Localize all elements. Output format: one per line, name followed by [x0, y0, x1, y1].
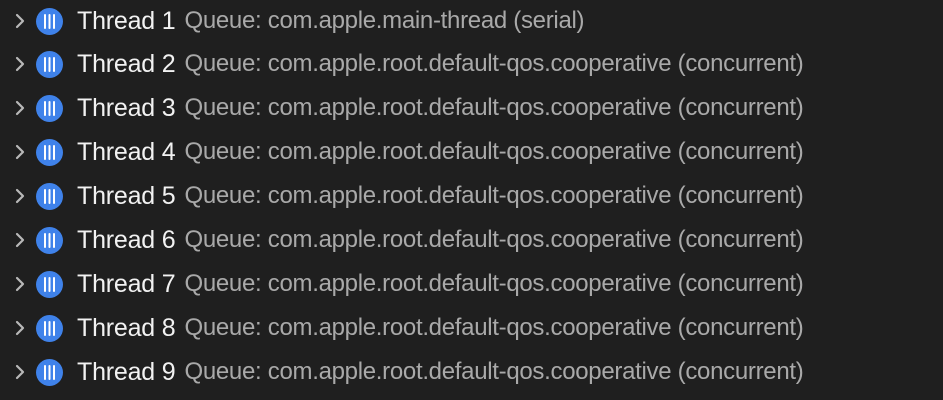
queue-label: Queue: com.apple.root.default-qos.cooper… — [184, 182, 804, 209]
thread-icon — [36, 226, 63, 254]
queue-label: Queue: com.apple.main-thread (serial) — [184, 7, 585, 34]
thread-icon — [36, 7, 63, 35]
thread-name: Thread 6 — [77, 225, 176, 254]
thread-row[interactable]: Thread 4 Queue: com.apple.root.default-q… — [0, 130, 943, 174]
thread-row[interactable]: Thread 2 Queue: com.apple.root.default-q… — [0, 42, 943, 86]
thread-icon — [36, 358, 63, 386]
queue-label: Queue: com.apple.root.default-qos.cooper… — [184, 270, 804, 297]
thread-row[interactable]: Thread 7 Queue: com.apple.root.default-q… — [0, 262, 943, 306]
thread-row[interactable]: Thread 8 Queue: com.apple.root.default-q… — [0, 306, 943, 350]
thread-name: Thread 8 — [77, 313, 176, 342]
thread-icon — [36, 50, 63, 78]
chevron-right-icon[interactable] — [13, 54, 27, 74]
thread-name: Thread 9 — [77, 357, 176, 386]
thread-name: Thread 7 — [77, 269, 176, 298]
thread-row[interactable]: Thread 5 Queue: com.apple.root.default-q… — [0, 174, 943, 218]
queue-label: Queue: com.apple.root.default-qos.cooper… — [184, 314, 804, 341]
thread-name: Thread 1 — [77, 6, 176, 35]
thread-name: Thread 5 — [77, 181, 176, 210]
thread-name: Thread 3 — [77, 93, 176, 122]
queue-label: Queue: com.apple.root.default-qos.cooper… — [184, 50, 804, 77]
thread-name: Thread 4 — [77, 137, 176, 166]
thread-icon — [36, 314, 63, 342]
thread-row[interactable]: Thread 3 Queue: com.apple.root.default-q… — [0, 86, 943, 130]
thread-list: Thread 1 Queue: com.apple.main-thread (s… — [0, 0, 943, 400]
queue-label: Queue: com.apple.root.default-qos.cooper… — [184, 138, 804, 165]
thread-icon — [36, 138, 63, 166]
thread-icon — [36, 270, 63, 298]
thread-row[interactable]: Thread 9 Queue: com.apple.root.default-q… — [0, 350, 943, 394]
chevron-right-icon[interactable] — [13, 142, 27, 162]
chevron-right-icon[interactable] — [13, 230, 27, 250]
thread-row[interactable]: Thread 6 Queue: com.apple.root.default-q… — [0, 218, 943, 262]
queue-label: Queue: com.apple.root.default-qos.cooper… — [184, 94, 804, 121]
chevron-right-icon[interactable] — [13, 274, 27, 294]
chevron-right-icon[interactable] — [13, 98, 27, 118]
thread-row[interactable]: Thread 1 Queue: com.apple.main-thread (s… — [0, 0, 943, 42]
queue-label: Queue: com.apple.root.default-qos.cooper… — [184, 226, 804, 253]
thread-icon — [36, 182, 63, 210]
chevron-right-icon[interactable] — [13, 362, 27, 382]
thread-name: Thread 2 — [77, 49, 176, 78]
thread-icon — [36, 94, 63, 122]
chevron-right-icon[interactable] — [13, 11, 27, 31]
chevron-right-icon[interactable] — [13, 318, 27, 338]
chevron-right-icon[interactable] — [13, 186, 27, 206]
queue-label: Queue: com.apple.root.default-qos.cooper… — [184, 358, 804, 385]
